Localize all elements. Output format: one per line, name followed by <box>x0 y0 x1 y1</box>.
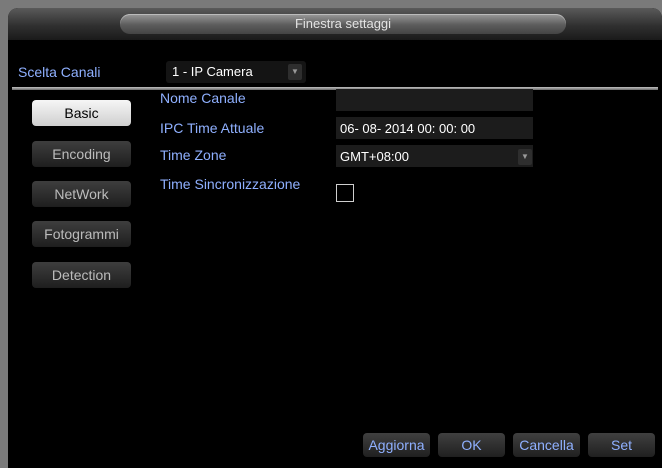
channel-select[interactable]: 1 - IP Camera ▼ <box>166 61 306 83</box>
channel-name-label: Nome Canale <box>160 90 246 106</box>
ok-button[interactable]: OK <box>438 433 505 457</box>
sidebar-item-network[interactable]: NetWork <box>32 181 131 207</box>
ipc-time-label: IPC Time Attuale <box>160 120 265 136</box>
set-button[interactable]: Set <box>588 433 655 457</box>
time-zone-value: GMT+08:00 <box>340 149 410 164</box>
chevron-down-icon[interactable]: ▼ <box>288 64 302 80</box>
window-title: Finestra settaggi <box>120 14 566 34</box>
sidebar-item-detection[interactable]: Detection <box>32 262 131 288</box>
time-sync-label: Time Sincronizzazione <box>160 176 301 192</box>
title-bar: Finestra settaggi <box>8 8 662 40</box>
chevron-down-icon[interactable]: ▼ <box>518 149 532 165</box>
ipc-time-value: 06- 08- 2014 00: 00: 00 <box>340 121 476 136</box>
sidebar-item-fotogrammi[interactable]: Fotogrammi <box>32 221 131 247</box>
ipc-time-input[interactable]: 06- 08- 2014 00: 00: 00 <box>336 117 533 139</box>
cancel-button[interactable]: Cancella <box>513 433 580 457</box>
sidebar-item-basic[interactable]: Basic <box>32 100 131 126</box>
channel-select-label: Scelta Canali <box>18 64 101 80</box>
time-zone-select[interactable]: GMT+08:00 ▼ <box>336 145 533 167</box>
separator-line <box>12 87 658 90</box>
sidebar-item-encoding[interactable]: Encoding <box>32 141 131 167</box>
channel-select-value: 1 - IP Camera <box>172 64 253 79</box>
settings-window: Finestra settaggi Scelta Canali 1 - IP C… <box>8 8 662 468</box>
time-zone-label: Time Zone <box>160 147 227 163</box>
time-sync-checkbox[interactable] <box>336 184 354 202</box>
refresh-button[interactable]: Aggiorna <box>363 433 430 457</box>
channel-name-input[interactable] <box>336 89 533 111</box>
